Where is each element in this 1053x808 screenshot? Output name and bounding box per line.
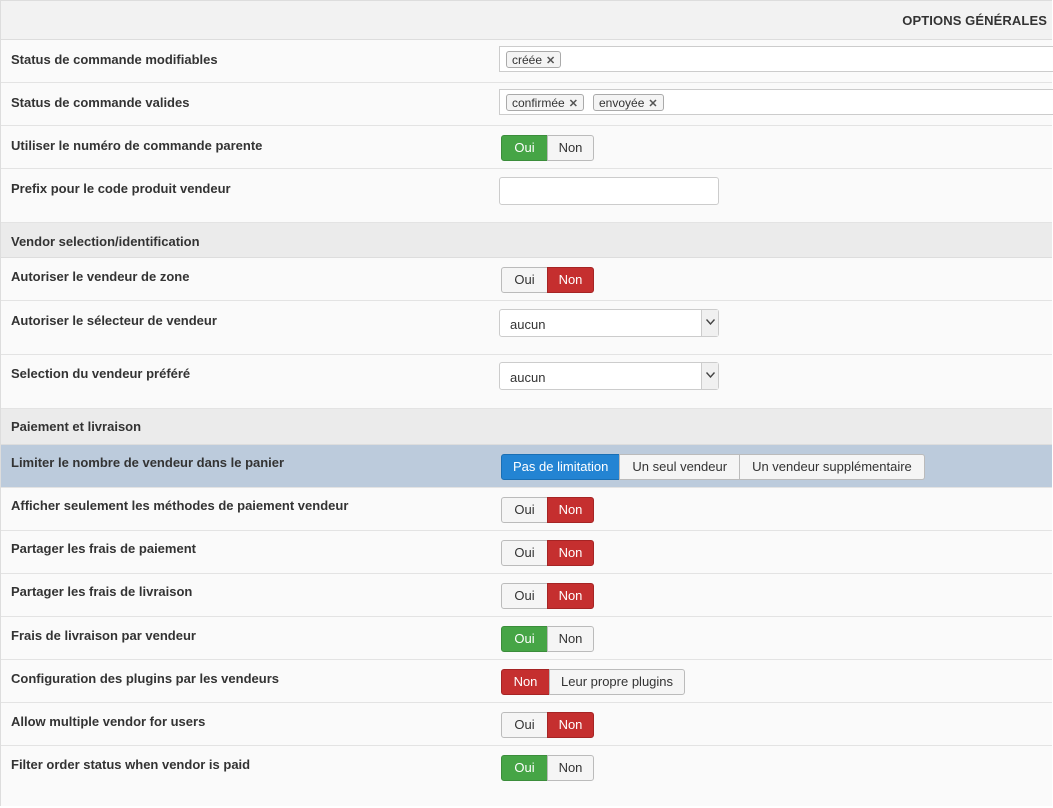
non-button[interactable]: Non	[547, 267, 594, 293]
status-modifiables-field[interactable]: créée ✕	[499, 46, 1053, 72]
close-icon[interactable]: ✕	[648, 98, 657, 110]
row-label: Afficher seulement les méthodes de paiem…	[11, 498, 349, 513]
oui-button[interactable]: Oui	[501, 540, 548, 566]
config-plugins-group: Non Leur propre plugins	[501, 669, 686, 695]
row-label: Status de commande modifiables	[11, 52, 218, 67]
filter-status-toggle: Oui Non	[501, 755, 594, 781]
row-label: Autoriser le sélecteur de vendeur	[11, 313, 217, 328]
vendeur-prefere-select[interactable]: aucun	[499, 362, 719, 390]
non-button[interactable]: Non	[547, 712, 594, 738]
oui-button[interactable]: Oui	[501, 583, 548, 609]
options-panel: OPTIONS GÉNÉRALES Status de commande mod…	[0, 0, 1053, 806]
selecteur-vendeur-select[interactable]: aucun	[499, 309, 719, 337]
row-selecteur-vendeur: Autoriser le sélecteur de vendeur aucun	[1, 301, 1052, 355]
oui-button[interactable]: Oui	[501, 755, 548, 781]
tag-envoyee: envoyée ✕	[593, 94, 664, 111]
non-button[interactable]: Non	[547, 583, 594, 609]
section-title: Vendor selection/identification	[11, 234, 200, 249]
row-limiter-vendeur: Limiter le nombre de vendeur dans le pan…	[1, 445, 1052, 488]
row-vendeur-zone: Autoriser le vendeur de zone Oui Non	[1, 258, 1052, 301]
row-frais-livraison: Partager les frais de livraison Oui Non	[1, 574, 1052, 617]
row-label: Partager les frais de livraison	[11, 584, 193, 599]
oui-button[interactable]: Oui	[501, 712, 548, 738]
methodes-paiement-toggle: Oui Non	[501, 497, 594, 523]
oui-button[interactable]: Oui	[501, 497, 548, 523]
row-multiple-vendor: Allow multiple vendor for users Oui Non	[1, 703, 1052, 746]
oui-button[interactable]: Oui	[501, 135, 548, 161]
pas-de-limitation-button[interactable]: Pas de limitation	[501, 454, 621, 480]
frais-paiement-toggle: Oui Non	[501, 540, 594, 566]
tag-confirmee: confirmée ✕	[506, 94, 584, 111]
non-button[interactable]: Non	[547, 135, 594, 161]
non-button[interactable]: Non	[501, 669, 550, 695]
row-prefix: Prefix pour le code produit vendeur	[1, 169, 1052, 223]
close-icon[interactable]: ✕	[569, 98, 578, 110]
row-label: Status de commande valides	[11, 95, 190, 110]
section-vendor-selection: Vendor selection/identification	[1, 223, 1052, 258]
row-label: Selection du vendeur préféré	[11, 366, 191, 381]
non-button[interactable]: Non	[547, 540, 594, 566]
row-label: Allow multiple vendor for users	[11, 714, 206, 729]
section-title: Paiement et livraison	[11, 419, 142, 434]
un-vendeur-supplementaire-button[interactable]: Un vendeur supplémentaire	[739, 454, 925, 480]
livraison-par-vendeur-toggle: Oui Non	[501, 626, 594, 652]
panel-title: OPTIONS GÉNÉRALES	[902, 13, 1047, 28]
row-frais-paiement: Partager les frais de paiement Oui Non	[1, 531, 1052, 574]
row-livraison-par-vendeur: Frais de livraison par vendeur Oui Non	[1, 617, 1052, 660]
row-config-plugins: Configuration des plugins par les vendeu…	[1, 660, 1052, 703]
status-valides-field[interactable]: confirmée ✕ envoyée ✕	[499, 89, 1053, 115]
row-label: Configuration des plugins par les vendeu…	[11, 671, 279, 686]
close-icon[interactable]: ✕	[546, 55, 555, 67]
oui-button[interactable]: Oui	[501, 626, 548, 652]
frais-livraison-toggle: Oui Non	[501, 583, 594, 609]
row-filter-status: Filter order status when vendor is paid …	[1, 746, 1052, 806]
select-value: aucun	[510, 317, 546, 332]
row-label: Limiter le nombre de vendeur dans le pan…	[11, 455, 285, 470]
row-status-valides: Status de commande valides confirmée ✕ en…	[1, 83, 1053, 126]
leur-propre-plugins-button[interactable]: Leur propre plugins	[549, 669, 686, 695]
tag-creee: créée ✕	[506, 51, 562, 68]
un-seul-vendeur-button[interactable]: Un seul vendeur	[619, 454, 741, 480]
row-numero-parente: Utiliser le numéro de commande parente O…	[1, 126, 1052, 169]
row-vendeur-prefere: Selection du vendeur préféré aucun	[1, 355, 1052, 409]
non-button[interactable]: Non	[547, 626, 594, 652]
non-button[interactable]: Non	[547, 497, 594, 523]
row-label: Partager les frais de paiement	[11, 541, 196, 556]
vendeur-zone-toggle: Oui Non	[501, 267, 594, 293]
row-label: Frais de livraison par vendeur	[11, 628, 196, 643]
row-status-modifiables: Status de commande modifiables créée ✕	[1, 40, 1053, 83]
chevron-down-icon[interactable]	[701, 363, 718, 389]
prefix-input[interactable]	[499, 177, 719, 205]
multiple-vendor-toggle: Oui Non	[501, 712, 594, 738]
panel-header: OPTIONS GÉNÉRALES	[1, 1, 1052, 40]
row-label: Prefix pour le code produit vendeur	[11, 181, 231, 196]
row-methodes-paiement: Afficher seulement les méthodes de paiem…	[1, 488, 1052, 531]
oui-button[interactable]: Oui	[501, 267, 548, 293]
row-label: Filter order status when vendor is paid	[11, 757, 251, 772]
limiter-vendeur-group: Pas de limitation Un seul vendeur Un ven…	[501, 454, 925, 480]
non-button[interactable]: Non	[547, 755, 594, 781]
row-label: Utiliser le numéro de commande parente	[11, 138, 263, 153]
numero-parente-toggle: Oui Non	[501, 135, 594, 161]
row-label: Autoriser le vendeur de zone	[11, 269, 190, 284]
select-value: aucun	[510, 370, 546, 385]
chevron-down-icon[interactable]	[701, 310, 718, 336]
section-paiement-livraison: Paiement et livraison	[1, 409, 1052, 445]
